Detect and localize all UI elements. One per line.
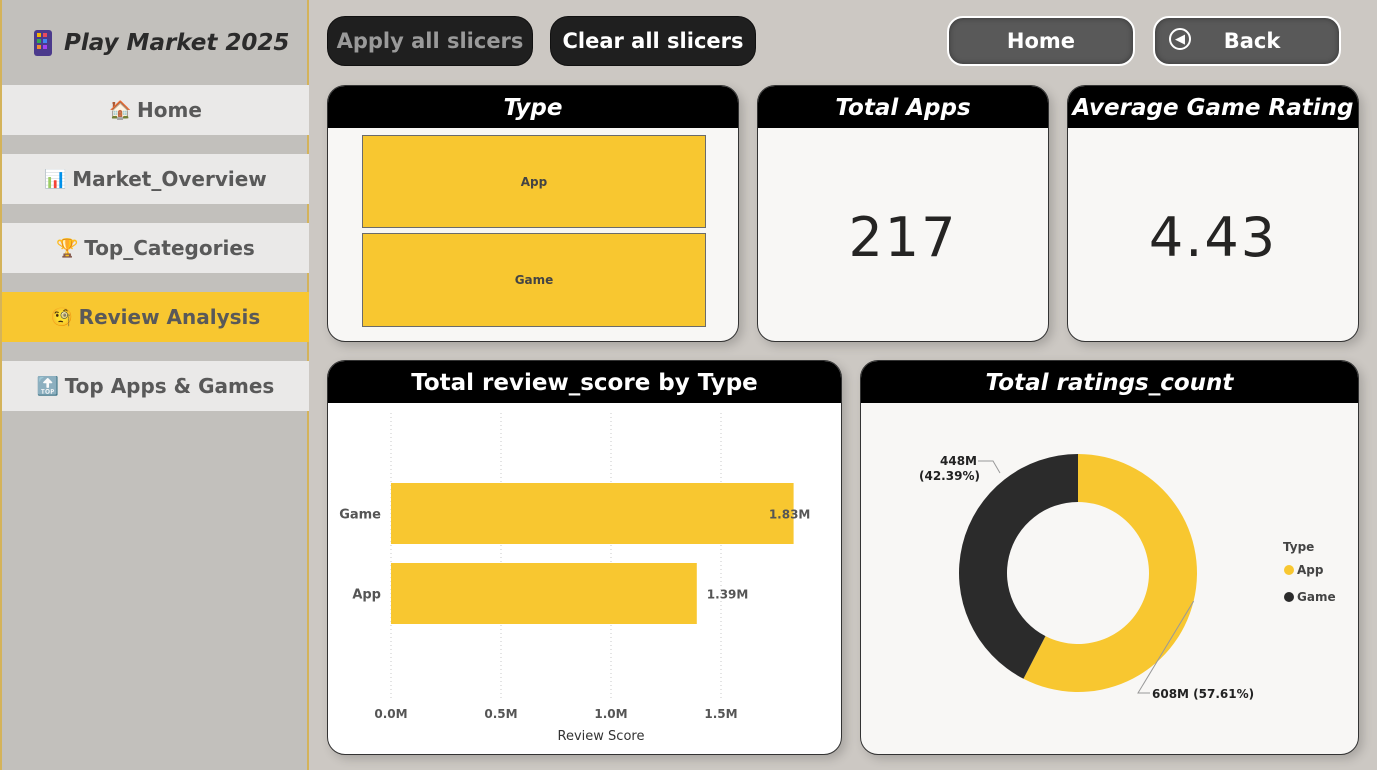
ratings-count-chart-card: Total ratings_count 608M (57.61%) 448M (42…	[860, 360, 1359, 755]
bar-app	[391, 563, 697, 624]
back-button-label: Back	[1223, 29, 1281, 53]
donut-leader-line	[978, 460, 1001, 474]
clear-all-slicers-button[interactable]: Clear all slicers	[550, 16, 756, 66]
apply-all-slicers-button[interactable]: Apply all slicers	[327, 16, 533, 66]
legend-title: Type	[1283, 540, 1314, 554]
type-slicer-card: Type App Game	[327, 85, 739, 342]
legend-swatch-app	[1284, 565, 1294, 575]
sidebar-item-review-analysis[interactable]: 🧐 Review Analysis	[2, 292, 309, 342]
sidebar-item-label: Top_Categories	[84, 236, 255, 260]
donut-chart: 608M (57.61%) 448M(42.39%) Type App Game	[919, 454, 1336, 701]
house-icon: 🏠	[109, 99, 132, 121]
x-tick-label: 1.5M	[704, 707, 737, 721]
sidebar-item-top-categories[interactable]: 🏆 Top_Categories	[2, 223, 309, 273]
x-tick-label: 1.0M	[594, 707, 627, 721]
avg-game-rating-card: Average Game Rating 4.43	[1067, 85, 1359, 342]
sidebar-item-top-apps-games[interactable]: 🔝 Top Apps & Games	[2, 361, 309, 411]
total-apps-title: Total Apps	[758, 86, 1048, 128]
trophy-icon: 🏆	[56, 237, 79, 259]
legend-entry: Game	[1297, 590, 1336, 604]
sidebar-item-market-overview[interactable]: 📊 Market_Overview	[2, 154, 309, 204]
total-apps-value: 217	[848, 206, 958, 269]
tablet-grid-icon	[34, 30, 52, 56]
y-tick-label: App	[352, 588, 381, 603]
bar-chart: 0.0M 0.5M 1.0M 1.5M Review Score Game 1.83M App…	[339, 413, 811, 744]
app-logo: Play Market 2025	[32, 24, 289, 62]
top-arrow-icon: 🔝	[36, 375, 60, 397]
home-button[interactable]: Home	[947, 16, 1135, 66]
x-tick-label: 0.0M	[374, 707, 407, 721]
donut-chart-title: Total ratings_count	[861, 361, 1358, 403]
total-apps-card: Total Apps 217	[757, 85, 1049, 342]
slicer-option-app[interactable]: App	[362, 135, 706, 228]
app-title: Play Market 2025	[64, 30, 290, 56]
avg-game-rating-value: 4.43	[1148, 206, 1278, 269]
slicer-option-game[interactable]: Game	[362, 233, 706, 327]
monocle-face-icon: 🧐	[50, 306, 74, 328]
donut-data-label: (42.39%)	[919, 469, 980, 483]
sidebar-item-home[interactable]: 🏠 Home	[2, 85, 309, 135]
y-tick-label: Game	[339, 508, 381, 523]
legend-entry: App	[1297, 563, 1324, 577]
sidebar-item-label: Review Analysis	[78, 305, 261, 329]
sidebar: Play Market 2025 🏠 Home 📊 Market_Overvie…	[0, 0, 309, 770]
type-slicer-title: Type	[328, 86, 738, 128]
back-button[interactable]: ◀ Back	[1153, 16, 1341, 66]
x-axis-label: Review Score	[558, 729, 645, 744]
review-score-chart-card: Total review_score by Type 0.0M 0.5M 1.0M 1…	[327, 360, 842, 755]
bar-chart-title: Total review_score by Type	[328, 361, 841, 403]
back-arrow-icon: ◀	[1169, 28, 1191, 50]
sidebar-item-label: Home	[137, 98, 202, 122]
bar-game	[391, 483, 794, 544]
avg-game-rating-title: Average Game Rating	[1068, 86, 1358, 128]
x-tick-label: 0.5M	[484, 707, 517, 721]
sidebar-item-label: Top Apps & Games	[64, 374, 275, 398]
donut-data-label: 448M	[940, 454, 977, 468]
bar-chart-icon: 📊	[44, 168, 67, 190]
legend-swatch-game	[1284, 592, 1294, 602]
bar-data-label: 1.39M	[707, 588, 749, 602]
donut-data-label: 608M (57.61%)	[1152, 687, 1254, 701]
home-button-label: Home	[1006, 29, 1076, 53]
bar-data-label: 1.83M	[769, 508, 811, 522]
sidebar-item-label: Market_Overview	[72, 167, 267, 191]
